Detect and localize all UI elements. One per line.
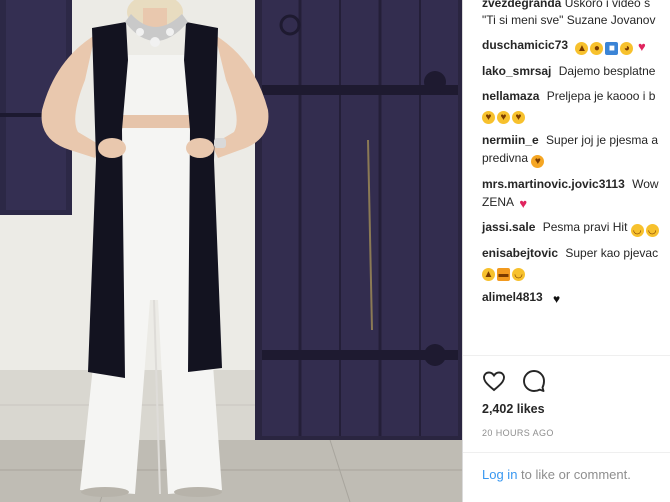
login-divider <box>463 452 670 453</box>
post-photo[interactable] <box>0 0 462 502</box>
comment-item: jassi.sale Pesma pravi Hit ◡ ◡ <box>482 218 670 237</box>
login-prompt-text: to like or comment. <box>517 467 631 482</box>
caption-text-line2: "Ti si meni sve" Suzane Jovanov <box>482 13 656 27</box>
comment-username[interactable]: nellamaza <box>482 89 539 103</box>
comment-username[interactable]: duschamicic73 <box>482 38 568 52</box>
comment-username[interactable]: lako_smrsaj <box>482 64 551 78</box>
comment-text-cont: ZENA <box>482 195 514 209</box>
ok-hand-emoji-icon: ● <box>590 42 604 55</box>
comment-username[interactable]: jassi.sale <box>482 220 535 234</box>
comment-item: nermiin_e Super joj je pjesma a predivna… <box>482 131 670 168</box>
black-heart-emoji-icon: ♥ <box>553 292 561 306</box>
smile-emoji-icon: ◡ <box>512 268 525 281</box>
comment-text-cont: predivna <box>482 151 529 165</box>
photo-image <box>0 0 462 502</box>
comment-item: nellamaza Preljepa je kaooo i b ♥ ♥ ♥ <box>482 87 670 124</box>
caption-username[interactable]: zvezdegranda <box>482 0 561 10</box>
heart-outline-icon[interactable] <box>482 369 506 398</box>
thumbs-up-emoji-icon: ▲ <box>482 268 495 281</box>
comment-text: Wow <box>632 177 659 191</box>
comment-text: Preljepa je kaooo i b <box>546 89 656 103</box>
heart-eyes-emoji-icon: ♥ <box>497 111 510 124</box>
login-link[interactable]: Log in <box>482 467 517 482</box>
login-prompt: Log in to like or comment. <box>482 467 631 482</box>
heart-eyes-emoji-icon: ♥ <box>482 111 495 124</box>
comment-item: alimel4813 ♥ <box>482 288 670 306</box>
comment-text: Dajemo besplatne <box>558 64 656 78</box>
blue-square-emoji-icon: ■ <box>605 42 619 55</box>
comment-username[interactable]: mrs.martinovic.jovic3113 <box>482 177 625 191</box>
post-timestamp[interactable]: 20 HOURS AGO <box>482 428 554 438</box>
battery-emoji-icon: ▬ <box>497 268 510 281</box>
actions-divider <box>463 355 670 356</box>
comments-panel: zvezdegranda Uskoro i video s "Ti si men… <box>463 0 670 502</box>
likes-count[interactable]: 2,402 likes <box>482 402 545 416</box>
comment-bubble-icon[interactable] <box>522 369 546 398</box>
comment-text: Super kao pjevac <box>565 246 659 260</box>
comment-item: mrs.martinovic.jovic3113 Wow ZENA ♥ <box>482 175 670 211</box>
wink-emoji-icon: ◕ <box>620 42 634 55</box>
cat-heart-eyes-emoji-icon: ♥ <box>531 155 545 168</box>
comment-text: Super joj je pjesma a <box>546 133 659 147</box>
smile-emoji-icon: ◡ <box>630 224 644 237</box>
comment-text: Pesma pravi Hit <box>542 220 628 234</box>
heart-emoji-icon: ♥ <box>638 39 646 54</box>
comment-username[interactable]: alimel4813 <box>482 290 543 304</box>
heart-eyes-emoji-icon: ♥ <box>512 111 525 124</box>
caption-text-line1: Uskoro i video s <box>564 0 651 10</box>
comment-item: lako_smrsaj Dajemo besplatne <box>482 62 670 80</box>
comment-username[interactable]: nermiin_e <box>482 133 539 147</box>
action-bar <box>482 369 558 393</box>
comment-list: duschamicic73 ▲ ● ■ ◕ ♥ lako_smrsaj Dajemo b… <box>482 36 670 313</box>
smile-emoji-icon: ◡ <box>645 224 659 237</box>
sparkling-heart-emoji-icon: ♥ <box>519 196 528 211</box>
comment-username[interactable]: enisabejtovic <box>482 246 558 260</box>
comment-item: duschamicic73 ▲ ● ■ ◕ ♥ <box>482 36 670 55</box>
post-caption: zvezdegranda Uskoro i video s "Ti si men… <box>482 0 670 29</box>
thumbs-up-emoji-icon: ▲ <box>575 42 589 55</box>
comment-item: enisabejtovic Super kao pjevac ▲ ▬ ◡ <box>482 244 670 281</box>
